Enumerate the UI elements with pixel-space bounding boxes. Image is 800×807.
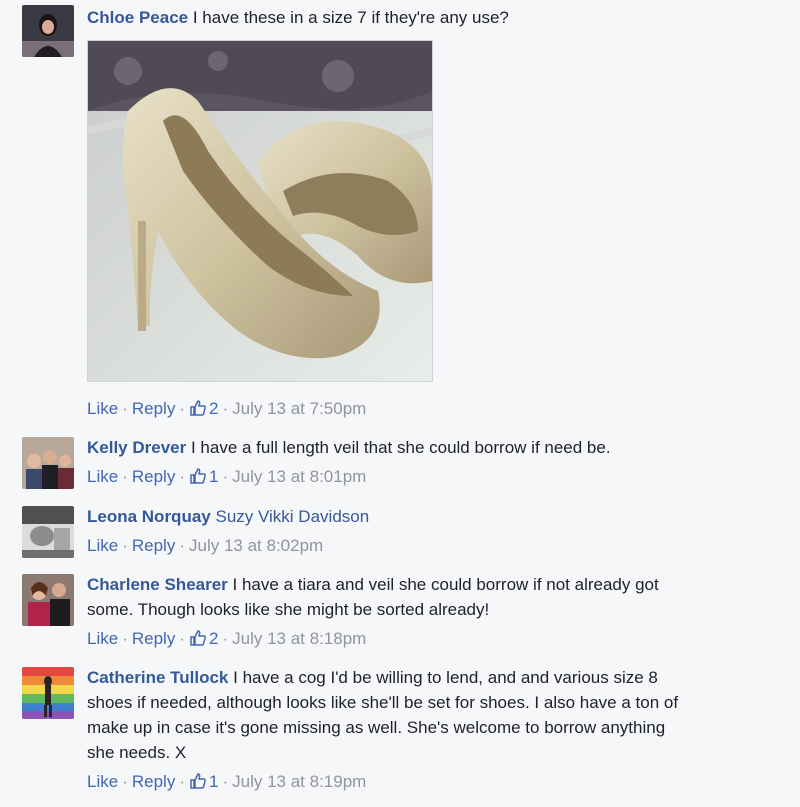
timestamp[interactable]: July 13 at 8:18pm [232, 629, 366, 648]
timestamp[interactable]: July 13 at 8:02pm [189, 536, 323, 555]
comment-actions: Like · Reply · July 13 at 8:02pm [87, 536, 324, 555]
like-button[interactable]: Like [87, 536, 118, 555]
comment-catherine-tullock: Catherine Tullock I have a cog I'd be wi… [0, 665, 800, 805]
avatar[interactable] [22, 667, 74, 719]
reply-button[interactable]: Reply [132, 629, 175, 648]
comment-text: Chloe Peace I have these in a size 7 if … [87, 5, 776, 30]
avatar[interactable] [22, 5, 74, 57]
avatar[interactable] [22, 437, 74, 489]
comment-body-line: she needs. X [87, 743, 187, 762]
reply-button[interactable]: Reply [132, 772, 175, 791]
reply-button[interactable]: Reply [132, 399, 175, 418]
comment-actions: Like · Reply · 1 · July 13 at 8:01pm [87, 465, 776, 492]
timestamp[interactable]: July 13 at 8:19pm [232, 772, 366, 791]
avatar[interactable] [22, 506, 74, 558]
author-name[interactable]: Chloe Peace [87, 8, 188, 27]
comment-body-line: I have a cog I'd be willing to lend, and… [233, 668, 658, 687]
author-name[interactable]: Kelly Drever [87, 438, 186, 457]
mentioned-user-link[interactable]: Suzy Vikki Davidson [215, 507, 369, 526]
like-button[interactable]: Like [87, 629, 118, 648]
thumbs-up-icon[interactable] [189, 467, 207, 492]
comment-charlene-shearer: Charlene Shearer I have a tiara and veil… [0, 572, 800, 652]
like-button[interactable]: Like [87, 467, 118, 486]
comment-text: Kelly Drever I have a full length veil t… [87, 435, 776, 460]
comment-actions: Like · Reply · 2 · July 13 at 8:18pm [87, 627, 776, 654]
comment-text: Charlene Shearer I have a tiara and veil… [87, 572, 776, 622]
like-button[interactable]: Like [87, 772, 118, 791]
timestamp[interactable]: July 13 at 7:50pm [232, 399, 366, 418]
comment-chloe-peace: Chloe Peace I have these in a size 7 if … [0, 0, 800, 425]
like-count[interactable]: 2 [209, 399, 218, 418]
comment-kelly-drever: Kelly Drever I have a full length veil t… [0, 435, 800, 495]
thumbs-up-icon[interactable] [189, 399, 207, 424]
comment-body-line: some. Though looks like she might be sor… [87, 600, 490, 619]
comment-body-line: shoes if needed, although looks like she… [87, 693, 679, 712]
comment-actions: Like · Reply · 2 · July 13 at 7:50pm [87, 397, 776, 424]
author-name[interactable]: Charlene Shearer [87, 575, 228, 594]
author-name[interactable]: Catherine Tullock [87, 668, 228, 687]
like-count[interactable]: 2 [209, 629, 218, 648]
like-button[interactable]: Like [87, 399, 118, 418]
comment-body: I have these in a size 7 if they're any … [192, 8, 509, 27]
comment-body: I have a full length veil that she could… [190, 438, 611, 457]
comment-photo[interactable] [87, 40, 433, 382]
reply-button[interactable]: Reply [132, 536, 175, 555]
comment-body-line: I have a tiara and veil she could borrow… [232, 575, 659, 594]
like-count[interactable]: 1 [209, 772, 218, 791]
timestamp[interactable]: July 13 at 8:01pm [232, 467, 366, 486]
comment-body-line: make up in case it's gone missing as wel… [87, 718, 666, 737]
comment-text: Leona Norquay Suzy Vikki Davidson [87, 504, 776, 529]
comment-actions: Like · Reply · 1 · July 13 at 8:19pm [87, 770, 776, 797]
thumbs-up-icon[interactable] [189, 629, 207, 654]
avatar[interactable] [22, 574, 74, 626]
like-count[interactable]: 1 [209, 467, 218, 486]
thumbs-up-icon[interactable] [189, 772, 207, 797]
reply-button[interactable]: Reply [132, 467, 175, 486]
comment-text: Catherine Tullock I have a cog I'd be wi… [87, 665, 776, 765]
author-name[interactable]: Leona Norquay [87, 507, 211, 526]
comment-leona-norquay: Leona Norquay Suzy Vikki Davidson Like · R… [0, 504, 800, 564]
